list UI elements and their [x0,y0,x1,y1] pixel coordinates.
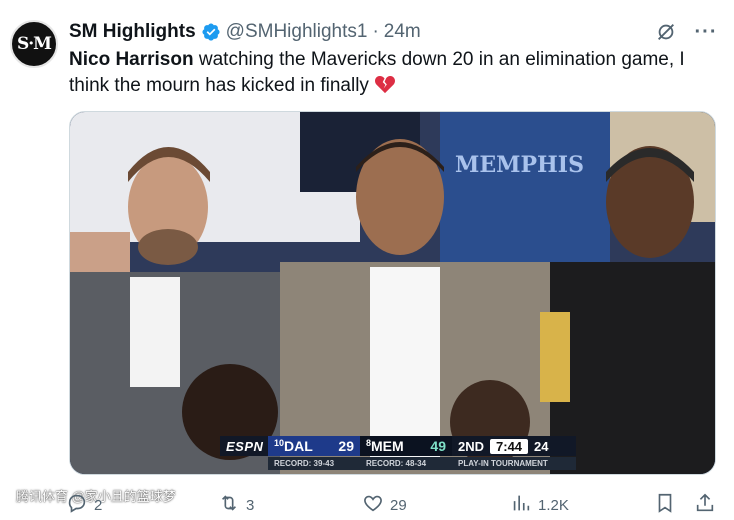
bookmark-icon [654,492,676,518]
period: 2ND [458,438,485,454]
reply-icon [66,492,88,518]
user-handle[interactable]: @SMHighlights1 [226,21,368,43]
separator-dot: · [372,21,379,42]
courtside-photo: MEMPHIS [70,112,715,474]
network-logo: ESPN [226,438,264,454]
heart-icon [362,492,384,518]
repost-icon [218,492,240,518]
team1-name: DAL [284,438,313,454]
repost-count: 3 [246,496,255,514]
like-count: 29 [390,496,407,514]
team1-score-box: 10DAL 29 [268,436,360,456]
clock-time: 7:44 [490,438,529,454]
tweet-header: SM Highlights @SMHighlights1 · 24m [69,20,421,44]
views-button[interactable]: 1.2K [510,492,569,518]
team2-score-box: 8MEM 49 [360,436,452,456]
broken-heart-icon [374,74,396,94]
display-name[interactable]: SM Highlights [69,21,196,43]
timestamp[interactable]: 24m [384,21,421,43]
team1-seed: 10 [274,438,285,448]
share-icon [694,492,716,518]
views-chart-icon [510,492,532,518]
repost-button[interactable]: 3 [218,492,254,518]
avatar-text: S·M [16,34,52,54]
tweet[interactable]: S·M SM Highlights @SMHighlights1 · 24m ·… [0,0,734,520]
shot-clock: 24 [534,438,549,454]
team1-score: 29 [338,438,354,454]
grok-icon[interactable] [654,20,678,44]
reply-button[interactable]: 2 [66,492,102,518]
avatar[interactable]: S·M [10,20,58,68]
view-count: 1.2K [538,496,569,514]
action-bar: 2 3 29 1.2K [66,492,726,518]
verified-badge-icon [201,22,221,42]
tweet-text-bold-name: Nico Harrison [69,49,194,70]
top-actions: ··· [654,20,718,44]
media-photo[interactable]: MEMPHIS ESPN 10DAL 29 8MEM 49 2ND 7:44 2… [69,111,716,475]
tweet-text: Nico Harrison watching the Mavericks dow… [69,47,709,99]
reply-count: 2 [94,496,103,514]
event-label: PLAY-IN TOURNAMENT [458,459,548,468]
scorebug: ESPN 10DAL 29 8MEM 49 2ND 7:44 24 RECORD… [220,436,576,470]
team2-name: MEM [371,438,404,454]
share-button[interactable] [694,492,716,518]
svg-text:MEMPHIS: MEMPHIS [455,152,584,178]
game-clock: 2ND 7:44 24 [452,438,549,454]
bookmark-button[interactable] [654,492,676,518]
like-button[interactable]: 29 [362,492,407,518]
more-options-icon[interactable]: ··· [694,20,718,44]
team1-record: RECORD: 39-43 [274,459,335,468]
team2-score: 49 [430,438,446,454]
team2-record: RECORD: 48-34 [366,459,427,468]
